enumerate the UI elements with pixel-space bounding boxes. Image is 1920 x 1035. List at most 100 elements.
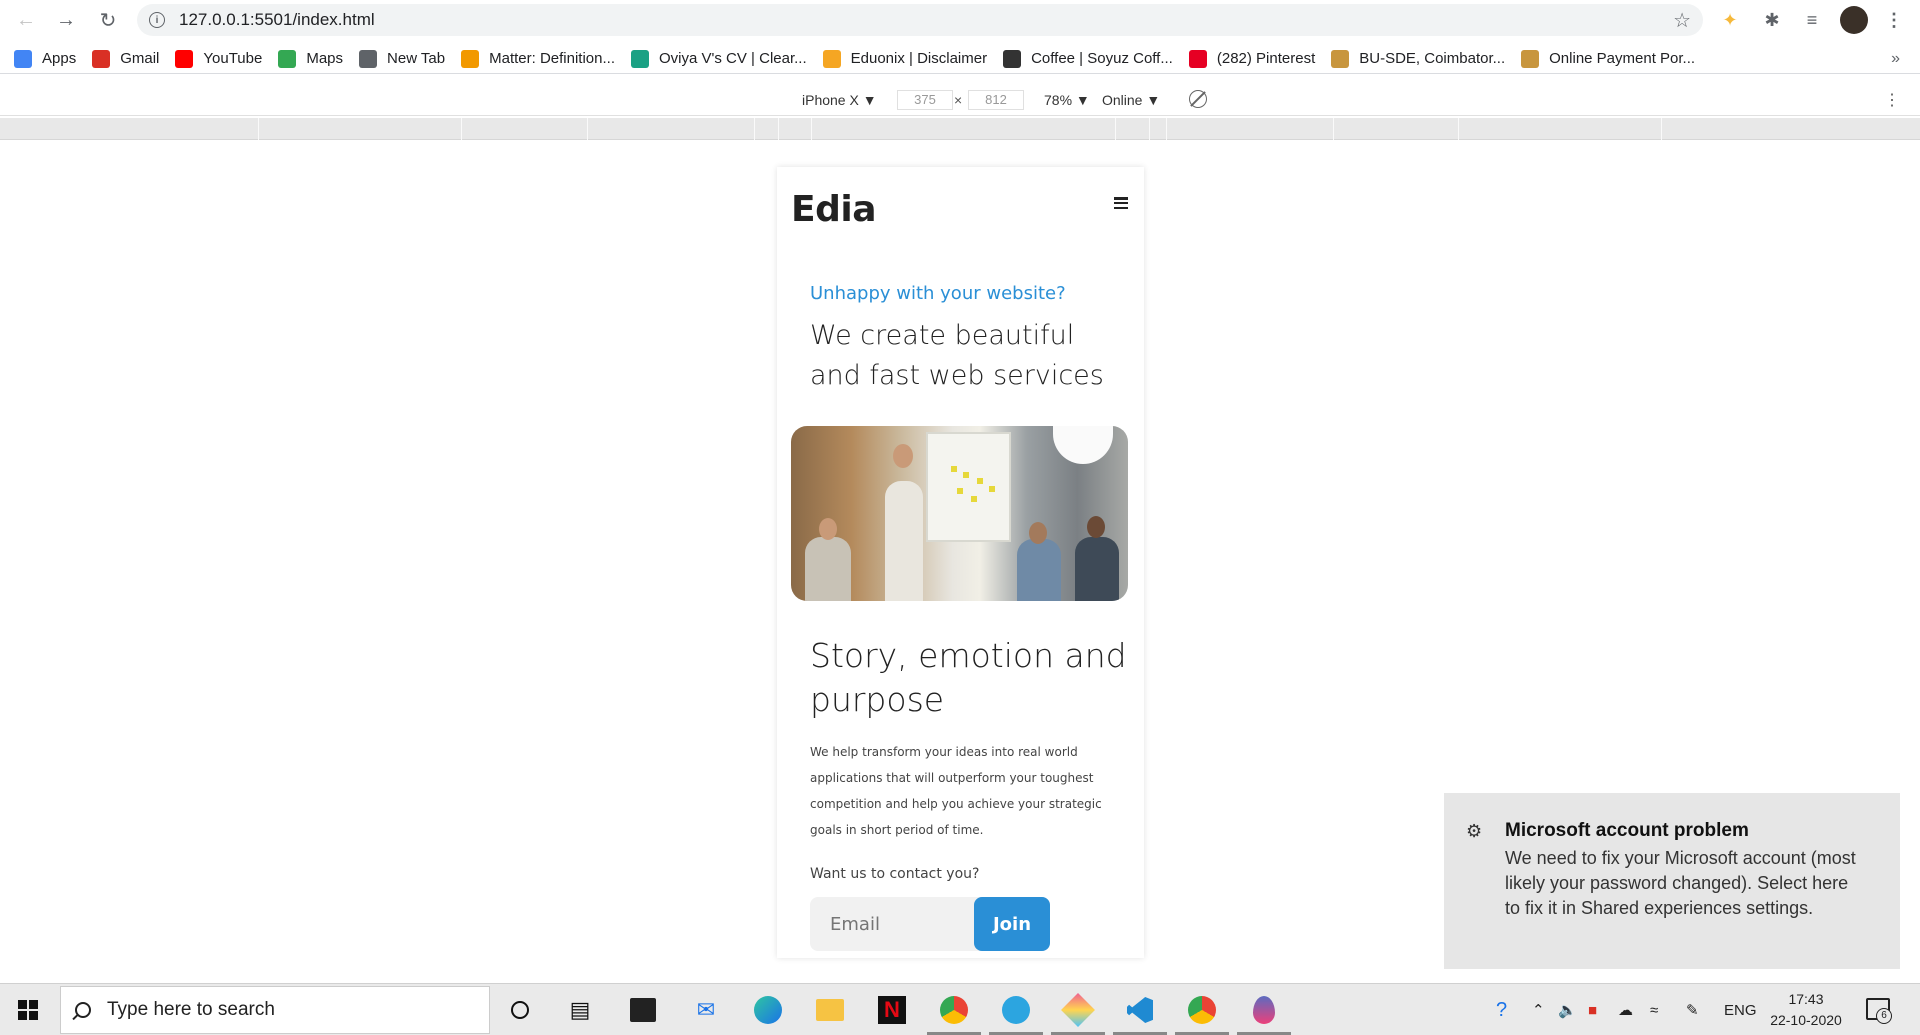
bookmark-item[interactable]: (282) Pinterest bbox=[1188, 49, 1316, 68]
bookmark-label: Eduonix | Disclaimer bbox=[850, 50, 988, 67]
url-text[interactable]: 127.0.0.1:5501/index.html bbox=[179, 10, 375, 30]
youtube-icon bbox=[175, 49, 194, 68]
bookmark-item[interactable]: New Tab bbox=[359, 49, 446, 68]
email-field[interactable] bbox=[810, 897, 974, 951]
taskbar-search-placeholder: Type here to search bbox=[107, 999, 275, 1020]
onedrive-cloud-icon[interactable]: ☁ bbox=[1618, 984, 1633, 1035]
coffee-icon bbox=[1003, 49, 1022, 68]
signup-form: Join bbox=[810, 897, 1050, 951]
bookmark-item[interactable]: Matter: Definition... bbox=[461, 49, 615, 68]
microsoft-account-toast[interactable]: ⚙ Microsoft account problem We need to f… bbox=[1444, 793, 1900, 969]
clock-date: 22-10-2020 bbox=[1770, 1012, 1842, 1028]
bookmark-item[interactable]: Online Payment Por... bbox=[1521, 49, 1696, 68]
cortana-icon[interactable] bbox=[503, 993, 537, 1027]
eduonix-icon bbox=[822, 49, 841, 68]
bookmark-item[interactable]: YouTube bbox=[175, 49, 263, 68]
vscode-icon[interactable] bbox=[1123, 993, 1157, 1027]
task-view-icon[interactable]: ▤ bbox=[563, 993, 597, 1027]
site-logo[interactable]: Edia bbox=[791, 189, 877, 230]
windows-start-icon[interactable] bbox=[18, 1000, 38, 1020]
c-logo-icon bbox=[631, 49, 649, 68]
contact-question: Want us to contact you? bbox=[810, 866, 980, 882]
netflix-icon[interactable]: N bbox=[875, 993, 909, 1027]
width-input[interactable]: 375 bbox=[897, 90, 953, 110]
bookmark-label: Online Payment Por... bbox=[1549, 50, 1696, 67]
zoom-select[interactable]: 78% ▼ bbox=[1044, 92, 1090, 108]
bookmarks-bar: Apps Gmail YouTube Maps New Tab Matter: Defin… bbox=[0, 44, 1920, 74]
bookmark-item[interactable]: Maps bbox=[278, 49, 344, 68]
team-meeting-image bbox=[791, 426, 1128, 601]
apps-grid-icon bbox=[14, 49, 32, 68]
bookmark-item[interactable]: Apps bbox=[14, 49, 77, 68]
chrome-icon[interactable] bbox=[1185, 993, 1219, 1027]
store-icon[interactable] bbox=[626, 993, 660, 1027]
app-tray-icon[interactable]: ■ bbox=[1588, 984, 1597, 1035]
pen-icon[interactable]: ✎ bbox=[1686, 984, 1699, 1035]
telegram-icon[interactable] bbox=[999, 993, 1033, 1027]
profile-avatar[interactable] bbox=[1840, 6, 1868, 34]
section-body: We help transform your ideas into real w… bbox=[810, 745, 1102, 837]
paint-drop-icon[interactable] bbox=[1247, 993, 1281, 1027]
hamburger-menu-icon[interactable] bbox=[1114, 197, 1128, 209]
bookmark-star-icon[interactable]: ☆ bbox=[1673, 8, 1691, 33]
device-select-label: iPhone X ▼ bbox=[802, 92, 877, 108]
address-bar[interactable]: i 127.0.0.1:5501/index.html ☆ bbox=[137, 4, 1703, 36]
bookmark-item[interactable]: Gmail bbox=[92, 49, 160, 68]
section-title: Story, emotion and purpose bbox=[810, 636, 1127, 719]
media-query-ruler[interactable] bbox=[0, 118, 1920, 140]
gear-icon: ⚙ bbox=[1466, 821, 1483, 841]
clock[interactable]: 17:43 22-10-2020 bbox=[1766, 989, 1846, 1031]
bookmark-label: Maps bbox=[306, 50, 344, 67]
bookmark-item[interactable]: BU-SDE, Coimbator... bbox=[1331, 49, 1506, 68]
site-info-icon[interactable]: i bbox=[149, 12, 165, 28]
throttle-select[interactable]: Online ▼ bbox=[1102, 92, 1160, 108]
gitkraken-icon[interactable] bbox=[1061, 993, 1095, 1027]
device-select[interactable]: iPhone X ▼ bbox=[802, 92, 877, 108]
bookmark-label: Coffee | Soyuz Coff... bbox=[1031, 50, 1173, 67]
bookmark-item[interactable]: Eduonix | Disclaimer bbox=[822, 49, 988, 68]
browser-menu-icon[interactable]: ⋮ bbox=[1882, 8, 1906, 32]
dimension-times: × bbox=[954, 92, 963, 108]
hero-eyebrow: Unhappy with your website? bbox=[810, 283, 1066, 304]
clock-time: 17:43 bbox=[1788, 991, 1824, 1007]
bookmark-item[interactable]: Oviya V's CV | Clear... bbox=[631, 49, 807, 68]
chrome-icon[interactable] bbox=[937, 993, 971, 1027]
wifi-icon[interactable]: ≈ bbox=[1650, 984, 1658, 1035]
mail-icon[interactable]: ✉ bbox=[689, 993, 723, 1027]
show-hidden-icons-chevron-icon[interactable]: ⌃ bbox=[1532, 984, 1545, 1035]
rotate-icon[interactable] bbox=[1189, 90, 1207, 108]
bookmark-label: Gmail bbox=[120, 50, 160, 67]
zoom-select-label: 78% ▼ bbox=[1044, 92, 1090, 108]
maps-pin-icon bbox=[278, 49, 297, 68]
bookmark-label: BU-SDE, Coimbator... bbox=[1359, 50, 1506, 67]
language-indicator[interactable]: ENG bbox=[1724, 984, 1757, 1035]
extension-icon[interactable]: ✦ bbox=[1718, 8, 1742, 32]
help-icon[interactable]: ? bbox=[1496, 984, 1507, 1035]
throttle-select-label: Online ▼ bbox=[1102, 92, 1161, 108]
bookmark-label: New Tab bbox=[387, 50, 446, 67]
join-button[interactable]: Join bbox=[974, 897, 1050, 951]
bookmark-item[interactable]: Coffee | Soyuz Coff... bbox=[1003, 49, 1173, 68]
windows-taskbar: Type here to search ▤ ✉ N ? ⌃ 🔈 ■ ☁ ≈ ✎ … bbox=[0, 983, 1920, 1035]
reload-icon[interactable]: ↻ bbox=[88, 0, 128, 40]
toast-title: Microsoft account problem bbox=[1505, 820, 1749, 841]
forward-arrow-icon[interactable]: → bbox=[46, 0, 86, 40]
person-icon bbox=[1331, 49, 1350, 68]
back-arrow-icon[interactable]: ← bbox=[6, 0, 46, 40]
media-queue-icon[interactable]: ≡ bbox=[1800, 8, 1824, 32]
person-icon bbox=[1521, 49, 1540, 68]
height-input[interactable]: 812 bbox=[968, 90, 1024, 110]
bookmarks-overflow-chevron-icon[interactable]: » bbox=[1891, 50, 1900, 68]
gmail-icon bbox=[92, 49, 111, 68]
taskbar-search[interactable]: Type here to search bbox=[60, 986, 490, 1034]
file-explorer-icon[interactable] bbox=[813, 993, 847, 1027]
volume-icon[interactable]: 🔈 bbox=[1558, 984, 1577, 1035]
bookmark-label: YouTube bbox=[203, 50, 263, 67]
bookmark-label: (282) Pinterest bbox=[1216, 50, 1316, 67]
hero-headline: We create beautiful and fast web service… bbox=[810, 320, 1104, 391]
bookmark-label: Apps bbox=[42, 50, 77, 67]
extensions-puzzle-icon[interactable]: ✱ bbox=[1760, 8, 1784, 32]
device-menu-icon[interactable]: ⋮ bbox=[1884, 90, 1900, 110]
globe-icon bbox=[359, 49, 378, 68]
edge-icon[interactable] bbox=[751, 993, 785, 1027]
